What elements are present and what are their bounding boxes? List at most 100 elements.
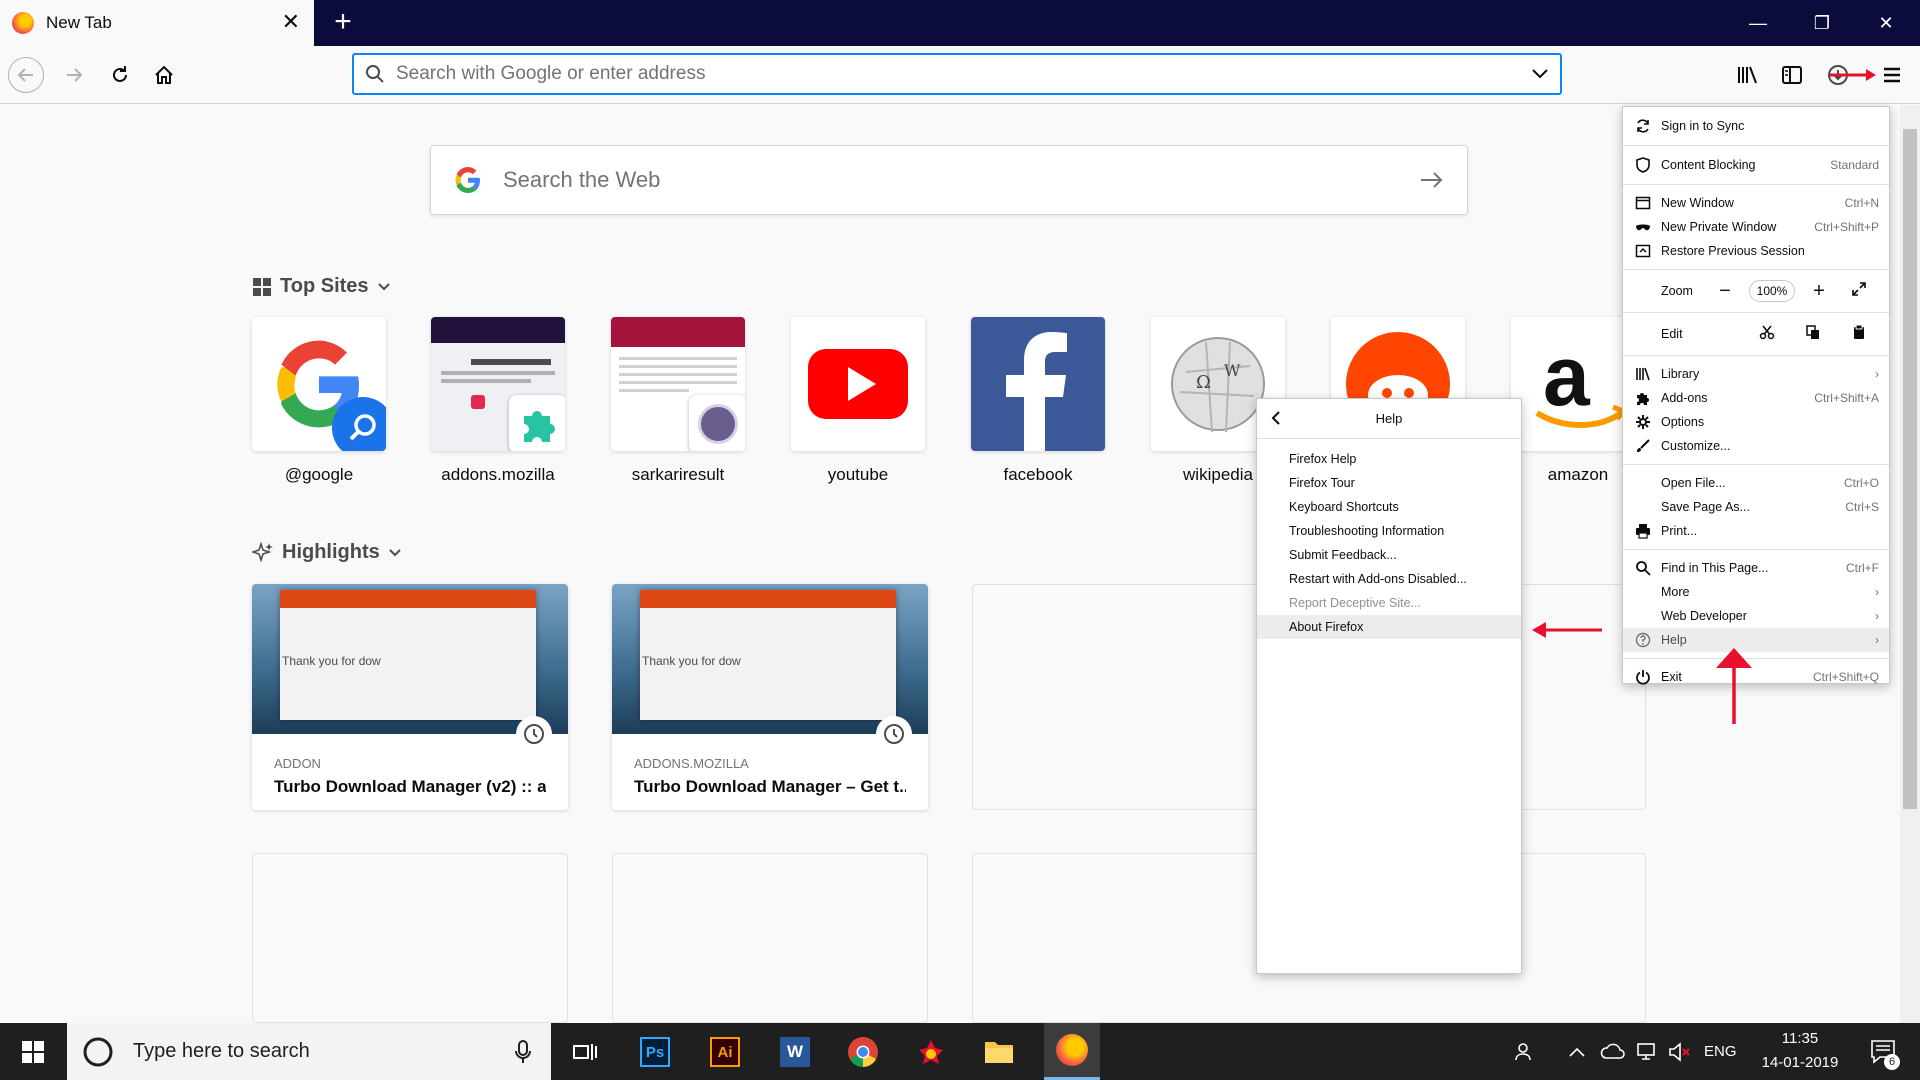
vertical-scrollbar[interactable]	[1900, 105, 1920, 1023]
menu-item-restart-addons-disabled[interactable]: Restart with Add-ons Disabled...	[1257, 567, 1521, 591]
chevron-right-icon: ›	[1875, 609, 1879, 623]
top-sites-header[interactable]: Top Sites	[252, 275, 391, 298]
paste-icon[interactable]	[1839, 323, 1879, 346]
illustrator-app-icon[interactable]: Ai	[702, 1029, 748, 1075]
close-window-button[interactable]: ✕	[1866, 8, 1906, 38]
menu-item-new-window[interactable]: New Window Ctrl+N	[1623, 191, 1889, 215]
highlight-card[interactable]: Thank you for dow ADDONS.MOZILLA Turbo D…	[612, 584, 928, 810]
menu-item-help[interactable]: Help ›	[1623, 628, 1889, 652]
sidebar-button[interactable]	[1774, 57, 1810, 93]
highlights-header[interactable]: Highlights	[252, 541, 402, 564]
fullscreen-icon[interactable]	[1839, 280, 1879, 303]
back-button[interactable]	[8, 57, 44, 93]
menu-item-firefox-help[interactable]: Firefox Help	[1257, 447, 1521, 471]
menu-item-find[interactable]: Find in This Page... Ctrl+F	[1623, 556, 1889, 580]
language-indicator[interactable]: ENG	[1704, 1023, 1737, 1080]
top-site-google[interactable]: @google	[252, 317, 386, 485]
copy-icon[interactable]	[1793, 323, 1833, 346]
menu-item-keyboard-shortcuts[interactable]: Keyboard Shortcuts	[1257, 495, 1521, 519]
forward-arrow-icon	[67, 68, 83, 82]
top-site-facebook[interactable]: facebook	[971, 317, 1105, 485]
volume-muted-icon[interactable]	[1668, 1023, 1692, 1080]
url-dropdown-icon[interactable]	[1520, 68, 1560, 80]
edit-label: Edit	[1661, 327, 1683, 341]
menu-item-library[interactable]: Library ›	[1623, 362, 1889, 386]
zoom-reset-button[interactable]: 100%	[1749, 280, 1795, 302]
chrome-app-icon[interactable]	[840, 1029, 886, 1075]
sidebar-icon	[1782, 66, 1802, 84]
menu-item-print[interactable]: Print...	[1623, 519, 1889, 543]
taskbar-clock[interactable]: 11:35 14-01-2019	[1750, 1027, 1850, 1075]
shield-icon	[1635, 157, 1651, 173]
menu-button[interactable]	[1874, 57, 1910, 93]
library-icon	[1738, 66, 1757, 84]
menu-item-exit[interactable]: Exit Ctrl+Shift+Q	[1623, 665, 1889, 689]
highlights-label: Highlights	[282, 541, 380, 563]
url-input[interactable]	[396, 63, 1520, 85]
menu-item-open-file[interactable]: Open File... Ctrl+O	[1623, 471, 1889, 495]
grid-icon	[253, 277, 271, 296]
web-search-placeholder: Search the Web	[503, 167, 661, 192]
firefox-taskbar-icon[interactable]	[1044, 1023, 1100, 1080]
word-app-icon[interactable]: W	[772, 1029, 818, 1075]
top-site-youtube[interactable]: youtube	[791, 317, 925, 485]
clock-date: 14-01-2019	[1761, 1054, 1839, 1071]
menu-item-new-private-window[interactable]: New Private Window Ctrl+Shift+P	[1623, 215, 1889, 239]
home-icon	[155, 65, 173, 84]
tab-new-tab[interactable]: New Tab ✕	[0, 0, 314, 46]
new-tab-button[interactable]: +	[326, 6, 360, 40]
menu-item-about-firefox[interactable]: About Firefox	[1257, 615, 1521, 639]
google-tile	[252, 317, 386, 451]
people-icon[interactable]	[1514, 1023, 1538, 1080]
url-bar[interactable]	[352, 53, 1562, 95]
back-chevron-icon[interactable]	[1269, 409, 1283, 427]
tab-close-icon[interactable]: ✕	[282, 10, 300, 34]
menu-item-addons[interactable]: Add-ons Ctrl+Shift+A	[1623, 386, 1889, 410]
minimize-button[interactable]: —	[1738, 8, 1778, 38]
windows-taskbar: Type here to search Ps Ai W ENG 11:35 14…	[0, 1023, 1920, 1080]
zoom-in-button[interactable]: +	[1799, 280, 1839, 303]
menu-item-customize[interactable]: Customize...	[1623, 434, 1889, 458]
forward-button[interactable]	[56, 57, 92, 93]
network-icon[interactable]	[1636, 1023, 1660, 1080]
game-app-icon[interactable]	[908, 1029, 954, 1075]
top-site-sarkariresult[interactable]: sarkariresult	[611, 317, 745, 485]
scrollbar-thumb[interactable]	[1903, 129, 1917, 809]
menu-item-more[interactable]: More ›	[1623, 580, 1889, 604]
reload-button[interactable]	[102, 57, 138, 93]
web-search-box[interactable]: Search the Web	[430, 145, 1468, 215]
menu-item-web-developer[interactable]: Web Developer ›	[1623, 604, 1889, 628]
highlight-card[interactable]: Thank you for dow ADDON Turbo Download M…	[252, 584, 568, 810]
menu-item-troubleshooting[interactable]: Troubleshooting Information	[1257, 519, 1521, 543]
photoshop-app-icon[interactable]: Ps	[632, 1029, 678, 1075]
menu-item-firefox-tour[interactable]: Firefox Tour	[1257, 471, 1521, 495]
puzzle-icon	[1635, 390, 1651, 406]
library-button[interactable]	[1730, 57, 1766, 93]
menu-item-label: Open File...	[1661, 476, 1726, 490]
menu-item-sign-in[interactable]: Sign in to Sync	[1623, 113, 1889, 139]
menu-item-submit-feedback[interactable]: Submit Feedback...	[1257, 543, 1521, 567]
svg-text:Ω: Ω	[1196, 372, 1211, 393]
highlight-snippet: Thank you for dow	[642, 654, 741, 668]
zoom-out-button[interactable]: −	[1705, 280, 1745, 303]
top-site-addons[interactable]: addons.mozilla	[431, 317, 565, 485]
menu-shortcut: Ctrl+Shift+A	[1814, 391, 1879, 405]
menu-item-content-blocking[interactable]: Content Blocking Standard	[1623, 152, 1889, 178]
notifications-button[interactable]: 6	[1864, 1023, 1904, 1080]
onedrive-sync-icon[interactable]	[1600, 1023, 1626, 1080]
top-site-name: sarkariresult	[631, 465, 725, 484]
search-go-arrow-icon[interactable]	[1419, 170, 1445, 190]
menu-item-options[interactable]: Options	[1623, 410, 1889, 434]
microphone-icon[interactable]	[513, 1039, 533, 1065]
start-button[interactable]	[0, 1023, 66, 1080]
file-explorer-icon[interactable]	[976, 1029, 1022, 1075]
cut-icon[interactable]	[1747, 323, 1787, 346]
tray-chevron-up-icon[interactable]	[1568, 1023, 1586, 1080]
menu-item-save-page[interactable]: Save Page As... Ctrl+S	[1623, 495, 1889, 519]
home-button[interactable]	[146, 57, 182, 93]
menu-item-restore-session[interactable]: Restore Previous Session	[1623, 239, 1889, 263]
highlight-thumbnail: Thank you for dow	[252, 584, 568, 734]
taskbar-search[interactable]: Type here to search	[67, 1023, 551, 1080]
restore-button[interactable]: ❐	[1802, 8, 1842, 38]
task-view-icon[interactable]	[562, 1029, 608, 1075]
